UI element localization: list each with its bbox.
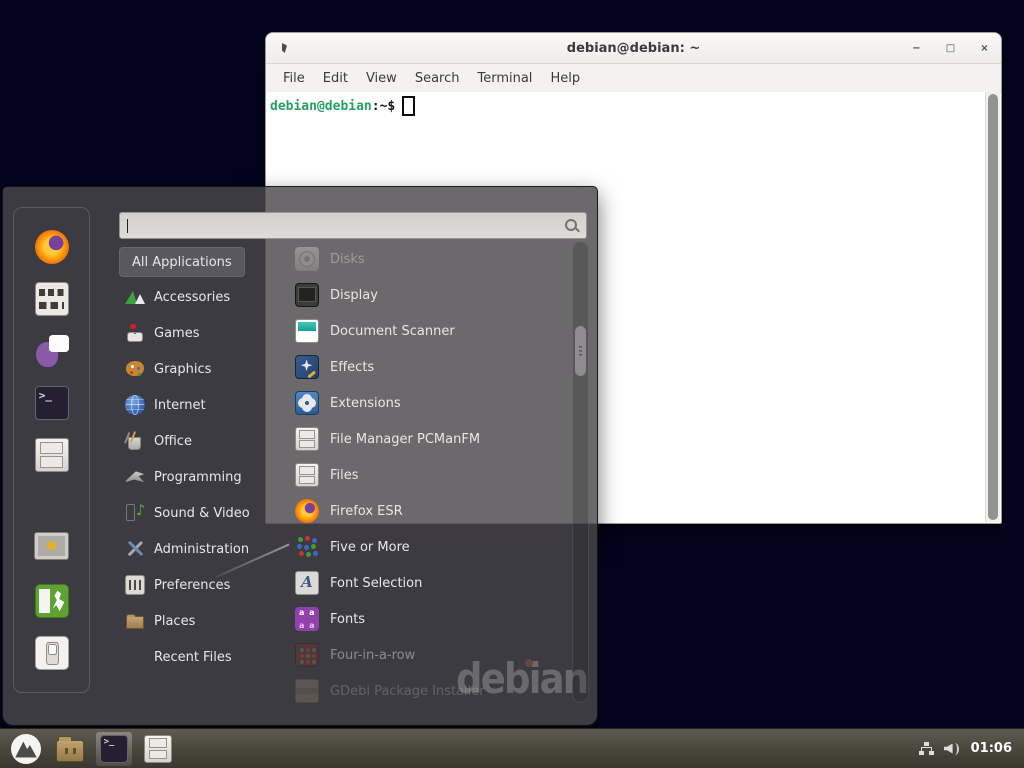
- package-icon: [295, 679, 319, 703]
- app-item-firefox-esr[interactable]: Firefox ESR: [285, 493, 571, 529]
- category-sound-video[interactable]: Sound & Video: [119, 495, 279, 531]
- menu-edit[interactable]: Edit: [314, 71, 357, 86]
- administration-icon: [125, 539, 145, 559]
- games-icon: [125, 323, 145, 343]
- preferences-icon: [125, 575, 145, 595]
- menu-icon: [11, 734, 41, 764]
- app-list-scrollbar-thumb[interactable]: [575, 326, 586, 376]
- application-menu: All Applications Accessories Games Graph…: [2, 186, 598, 726]
- terminal-titlebar[interactable]: debian@debian: ~ − □ ×: [266, 33, 1001, 64]
- display-icon: [295, 283, 319, 307]
- logout-icon[interactable]: [35, 584, 69, 618]
- category-all-applications[interactable]: All Applications: [119, 247, 245, 277]
- system-tray: 01:06: [919, 741, 1016, 756]
- places-icon: [125, 611, 145, 631]
- taskbar: 01:06: [0, 728, 1024, 768]
- file-cabinet-icon[interactable]: [35, 438, 69, 472]
- programming-icon: [125, 467, 145, 487]
- app-list: Disks Display Document Scanner Effects E…: [285, 241, 571, 707]
- five-or-more-icon: [295, 535, 319, 559]
- graphics-icon: [125, 359, 145, 379]
- close-button[interactable]: ×: [978, 43, 991, 54]
- terminal-icon: [100, 735, 128, 763]
- terminal-cursor: [402, 96, 415, 116]
- menu-view[interactable]: View: [357, 71, 406, 86]
- app-item-fonts[interactable]: Fonts: [285, 601, 571, 637]
- disks-icon: [295, 247, 319, 271]
- terminal-title: debian@debian: ~: [567, 41, 700, 56]
- category-preferences[interactable]: Preferences: [119, 567, 279, 603]
- app-list-scrollbar[interactable]: [572, 241, 589, 703]
- app-item-extensions[interactable]: Extensions: [285, 385, 571, 421]
- app-item-display[interactable]: Display: [285, 277, 571, 313]
- shutdown-icon[interactable]: [35, 636, 69, 670]
- network-icon[interactable]: [919, 742, 934, 756]
- effects-icon: [295, 355, 319, 379]
- four-in-a-row-icon: [295, 643, 319, 667]
- pidgin-icon[interactable]: [35, 334, 69, 368]
- category-games[interactable]: Games: [119, 315, 279, 351]
- category-graphics[interactable]: Graphics: [119, 351, 279, 387]
- app-item-five-or-more[interactable]: Five or More: [285, 529, 571, 565]
- clock[interactable]: 01:06: [971, 741, 1012, 756]
- prompt-path: :~$: [372, 99, 395, 114]
- app-item-four-in-a-row[interactable]: Four-in-a-row: [285, 637, 571, 673]
- app-item-document-scanner[interactable]: Document Scanner: [285, 313, 571, 349]
- volume-icon[interactable]: [944, 742, 961, 756]
- minimize-button[interactable]: −: [910, 43, 923, 54]
- file-cabinet-icon: [295, 463, 319, 487]
- files-task-button[interactable]: [140, 732, 176, 766]
- category-administration[interactable]: Administration: [119, 531, 279, 567]
- category-places[interactable]: Places: [119, 603, 279, 639]
- app-item-files[interactable]: Files: [285, 457, 571, 493]
- menu-sidebar: [13, 207, 90, 693]
- menu-button[interactable]: [8, 732, 44, 766]
- category-recent-files[interactable]: Recent Files: [119, 639, 279, 675]
- fonts-icon: [295, 607, 319, 631]
- app-item-disks[interactable]: Disks: [285, 241, 571, 277]
- prompt-user-host: debian@debian: [270, 99, 372, 114]
- document-scanner-icon: [295, 319, 319, 343]
- firefox-icon[interactable]: [35, 230, 69, 264]
- terminal-menubar: File Edit View Search Terminal Help: [266, 64, 1001, 93]
- category-programming[interactable]: Programming: [119, 459, 279, 495]
- font-selection-icon: [295, 571, 319, 595]
- file-manager-button[interactable]: [52, 732, 88, 766]
- firefox-icon: [295, 499, 319, 523]
- category-list: All Applications Accessories Games Graph…: [119, 247, 279, 675]
- internet-icon: [125, 395, 145, 415]
- folder-icon: [56, 740, 84, 762]
- maximize-button[interactable]: □: [944, 43, 957, 54]
- file-cabinet-icon: [144, 735, 172, 763]
- menu-help[interactable]: Help: [541, 71, 589, 86]
- menu-search-field[interactable]: [119, 212, 587, 239]
- lock-screen-icon[interactable]: [35, 532, 69, 566]
- category-accessories[interactable]: Accessories: [119, 279, 279, 315]
- accessories-icon: [125, 287, 145, 307]
- terminal-task-button[interactable]: [96, 732, 132, 766]
- app-item-font-selection[interactable]: Font Selection: [285, 565, 571, 601]
- terminal-scrollbar-thumb[interactable]: [988, 94, 998, 520]
- menu-terminal[interactable]: Terminal: [468, 71, 541, 86]
- text-caret: [127, 219, 128, 233]
- keyboard-icon[interactable]: [35, 282, 69, 316]
- office-icon: [125, 431, 145, 451]
- terminal-scrollbar[interactable]: [985, 92, 1000, 522]
- sound-video-icon: [125, 503, 145, 523]
- extensions-icon: [295, 391, 319, 415]
- app-item-file-manager-pcmanfm[interactable]: File Manager PCManFM: [285, 421, 571, 457]
- search-icon: [565, 219, 577, 231]
- menu-search[interactable]: Search: [406, 71, 469, 86]
- app-item-effects[interactable]: Effects: [285, 349, 571, 385]
- menu-file[interactable]: File: [274, 71, 314, 86]
- terminal-icon[interactable]: [35, 386, 69, 420]
- category-office[interactable]: Office: [119, 423, 279, 459]
- file-cabinet-icon: [295, 427, 319, 451]
- desktop: debian debian@debian: ~ − □ × File Edit …: [0, 0, 1024, 768]
- terminal-window-icon: [282, 43, 287, 53]
- category-internet[interactable]: Internet: [119, 387, 279, 423]
- app-item-gdebi-package-installer[interactable]: GDebi Package Installer: [285, 673, 571, 707]
